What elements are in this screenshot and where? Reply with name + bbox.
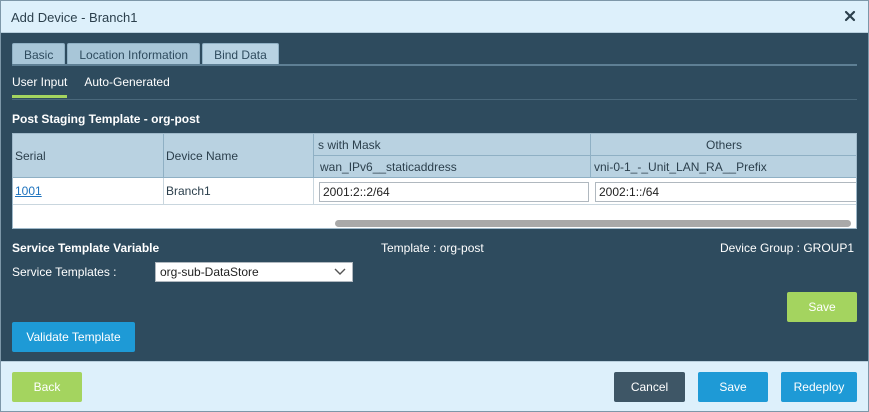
close-icon[interactable] bbox=[842, 8, 858, 24]
group-header-others: Others bbox=[591, 134, 856, 156]
subtab-auto-generated[interactable]: Auto-Generated bbox=[84, 75, 169, 98]
dialog-titlebar: Add Device - Branch1 bbox=[1, 1, 868, 33]
column-header-serial-label: Serial bbox=[15, 149, 46, 163]
add-device-dialog: Add Device - Branch1 Basic Location Info… bbox=[0, 0, 869, 412]
service-templates-select[interactable]: org-sub-DataStore bbox=[155, 262, 353, 282]
serial-cell: 1001 bbox=[13, 178, 164, 205]
service-save-button[interactable]: Save bbox=[787, 292, 857, 322]
chevron-down-icon bbox=[334, 268, 346, 275]
post-staging-title: Post Staging Template - org-post bbox=[12, 112, 200, 126]
tab-bind-data[interactable]: Bind Data bbox=[202, 43, 279, 65]
column-header-device-name[interactable]: Device Name bbox=[164, 134, 314, 178]
main-tabs: Basic Location Information Bind Data bbox=[12, 43, 281, 65]
column-header-lan-prefix-label: vni-0-1_-_Unit_LAN_RA__Prefix bbox=[594, 160, 767, 174]
cancel-button[interactable]: Cancel bbox=[614, 372, 685, 402]
device-name-cell: Branch1 bbox=[164, 178, 314, 205]
subtabs-divider bbox=[12, 99, 857, 100]
lan-prefix-input[interactable] bbox=[595, 182, 856, 202]
redeploy-button[interactable]: Redeploy bbox=[781, 372, 857, 402]
horizontal-scrollbar[interactable] bbox=[335, 220, 851, 227]
service-templates-label: Service Templates : bbox=[12, 265, 117, 279]
group-header-mask: s with Mask bbox=[314, 134, 591, 156]
subtab-user-input[interactable]: User Input bbox=[12, 75, 68, 98]
group-header-others-label: Others bbox=[705, 138, 742, 152]
serial-link[interactable]: 1001 bbox=[15, 184, 42, 198]
dialog-title: Add Device - Branch1 bbox=[11, 10, 138, 25]
sub-tabs: User Input Auto-Generated bbox=[12, 75, 187, 98]
group-header-mask-label: s with Mask bbox=[318, 138, 381, 152]
column-header-serial[interactable]: Serial bbox=[13, 134, 164, 178]
column-header-wan-ipv6-label: wan_IPv6__staticaddress bbox=[320, 160, 457, 174]
device-group-label: Device Group : GROUP1 bbox=[719, 241, 854, 255]
column-header-lan-prefix[interactable]: vni-0-1_-_Unit_LAN_RA__Prefix bbox=[591, 156, 856, 178]
column-header-wan-ipv6[interactable]: wan_IPv6__staticaddress bbox=[314, 156, 591, 178]
service-template-title: Service Template Variable bbox=[12, 241, 160, 255]
column-header-device-name-label: Device Name bbox=[166, 149, 239, 163]
tab-basic[interactable]: Basic bbox=[12, 43, 66, 65]
save-button[interactable]: Save bbox=[698, 372, 768, 402]
post-staging-grid: s with Mask Others Serial Device Name wa… bbox=[12, 133, 857, 229]
wan-ipv6-input[interactable] bbox=[319, 182, 589, 202]
validate-template-button[interactable]: Validate Template bbox=[12, 322, 135, 352]
service-templates-selected: org-sub-DataStore bbox=[160, 265, 259, 279]
tab-location-information[interactable]: Location Information bbox=[67, 43, 201, 65]
back-button[interactable]: Back bbox=[12, 372, 82, 402]
template-label: Template : org-post bbox=[381, 241, 484, 255]
tabs-divider bbox=[12, 64, 857, 66]
